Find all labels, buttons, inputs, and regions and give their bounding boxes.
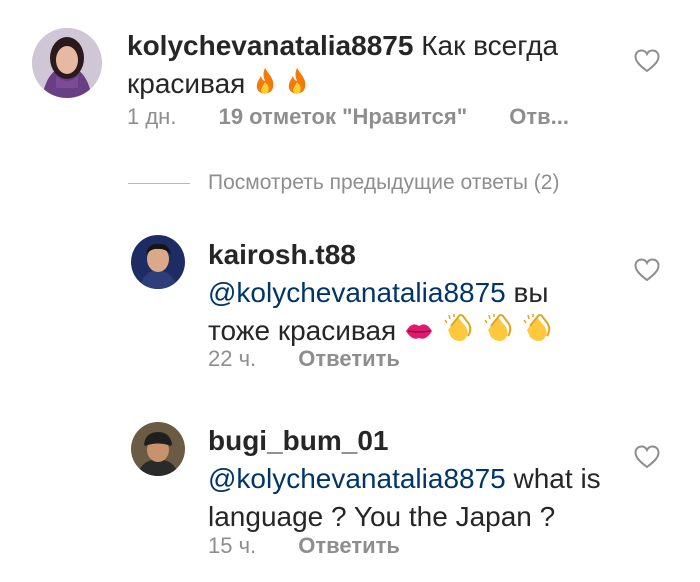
reply-button[interactable]: Отв...: [509, 104, 569, 129]
reply-text: what is: [505, 463, 601, 494]
clapping-hands-emoji: [482, 312, 514, 354]
clapping-hands-emoji: [521, 312, 553, 354]
reply-mention[interactable]: @kolychevanatalia8875: [208, 277, 506, 308]
avatar-photo: [131, 422, 185, 476]
kiss-lips-emoji: [404, 316, 434, 354]
reply-text: вы: [505, 277, 549, 308]
avatar-photo: [32, 28, 102, 98]
reply-time: 15 ч.: [208, 533, 257, 558]
comment-username[interactable]: kolychevanatalia8875: [127, 30, 413, 61]
reply-text-line2: language ? You the Japan ?: [208, 501, 556, 532]
clapping-hands-emoji: [442, 312, 474, 354]
fire-emoji: [285, 67, 309, 107]
reply-username[interactable]: kairosh.t88: [208, 236, 628, 274]
reply-button[interactable]: Ответить: [298, 346, 400, 371]
view-replies-label[interactable]: Посмотреть предыдущие ответы (2): [208, 171, 559, 195]
reply-username[interactable]: bugi_bum_01: [208, 422, 628, 460]
reply-mention[interactable]: @kolychevanatalia8875: [208, 463, 506, 494]
reply-text-line2: тоже красивая: [208, 315, 397, 346]
avatar-kolychevanatalia8875[interactable]: [32, 28, 102, 98]
reply-button[interactable]: Ответить: [298, 533, 400, 558]
avatar-bugi-bum[interactable]: [131, 422, 185, 476]
heart-outline-icon[interactable]: [634, 258, 660, 282]
heart-outline-icon[interactable]: [634, 49, 660, 73]
comment-time: 1 дн.: [127, 104, 177, 129]
replies-divider: [128, 183, 190, 184]
avatar-kairosh[interactable]: [131, 235, 185, 289]
likes-count[interactable]: 19 отметок "Нравится": [219, 104, 468, 129]
avatar-photo: [131, 235, 185, 289]
reply-time: 22 ч.: [208, 346, 257, 371]
heart-outline-icon[interactable]: [634, 445, 660, 469]
fire-emoji: [253, 67, 277, 107]
